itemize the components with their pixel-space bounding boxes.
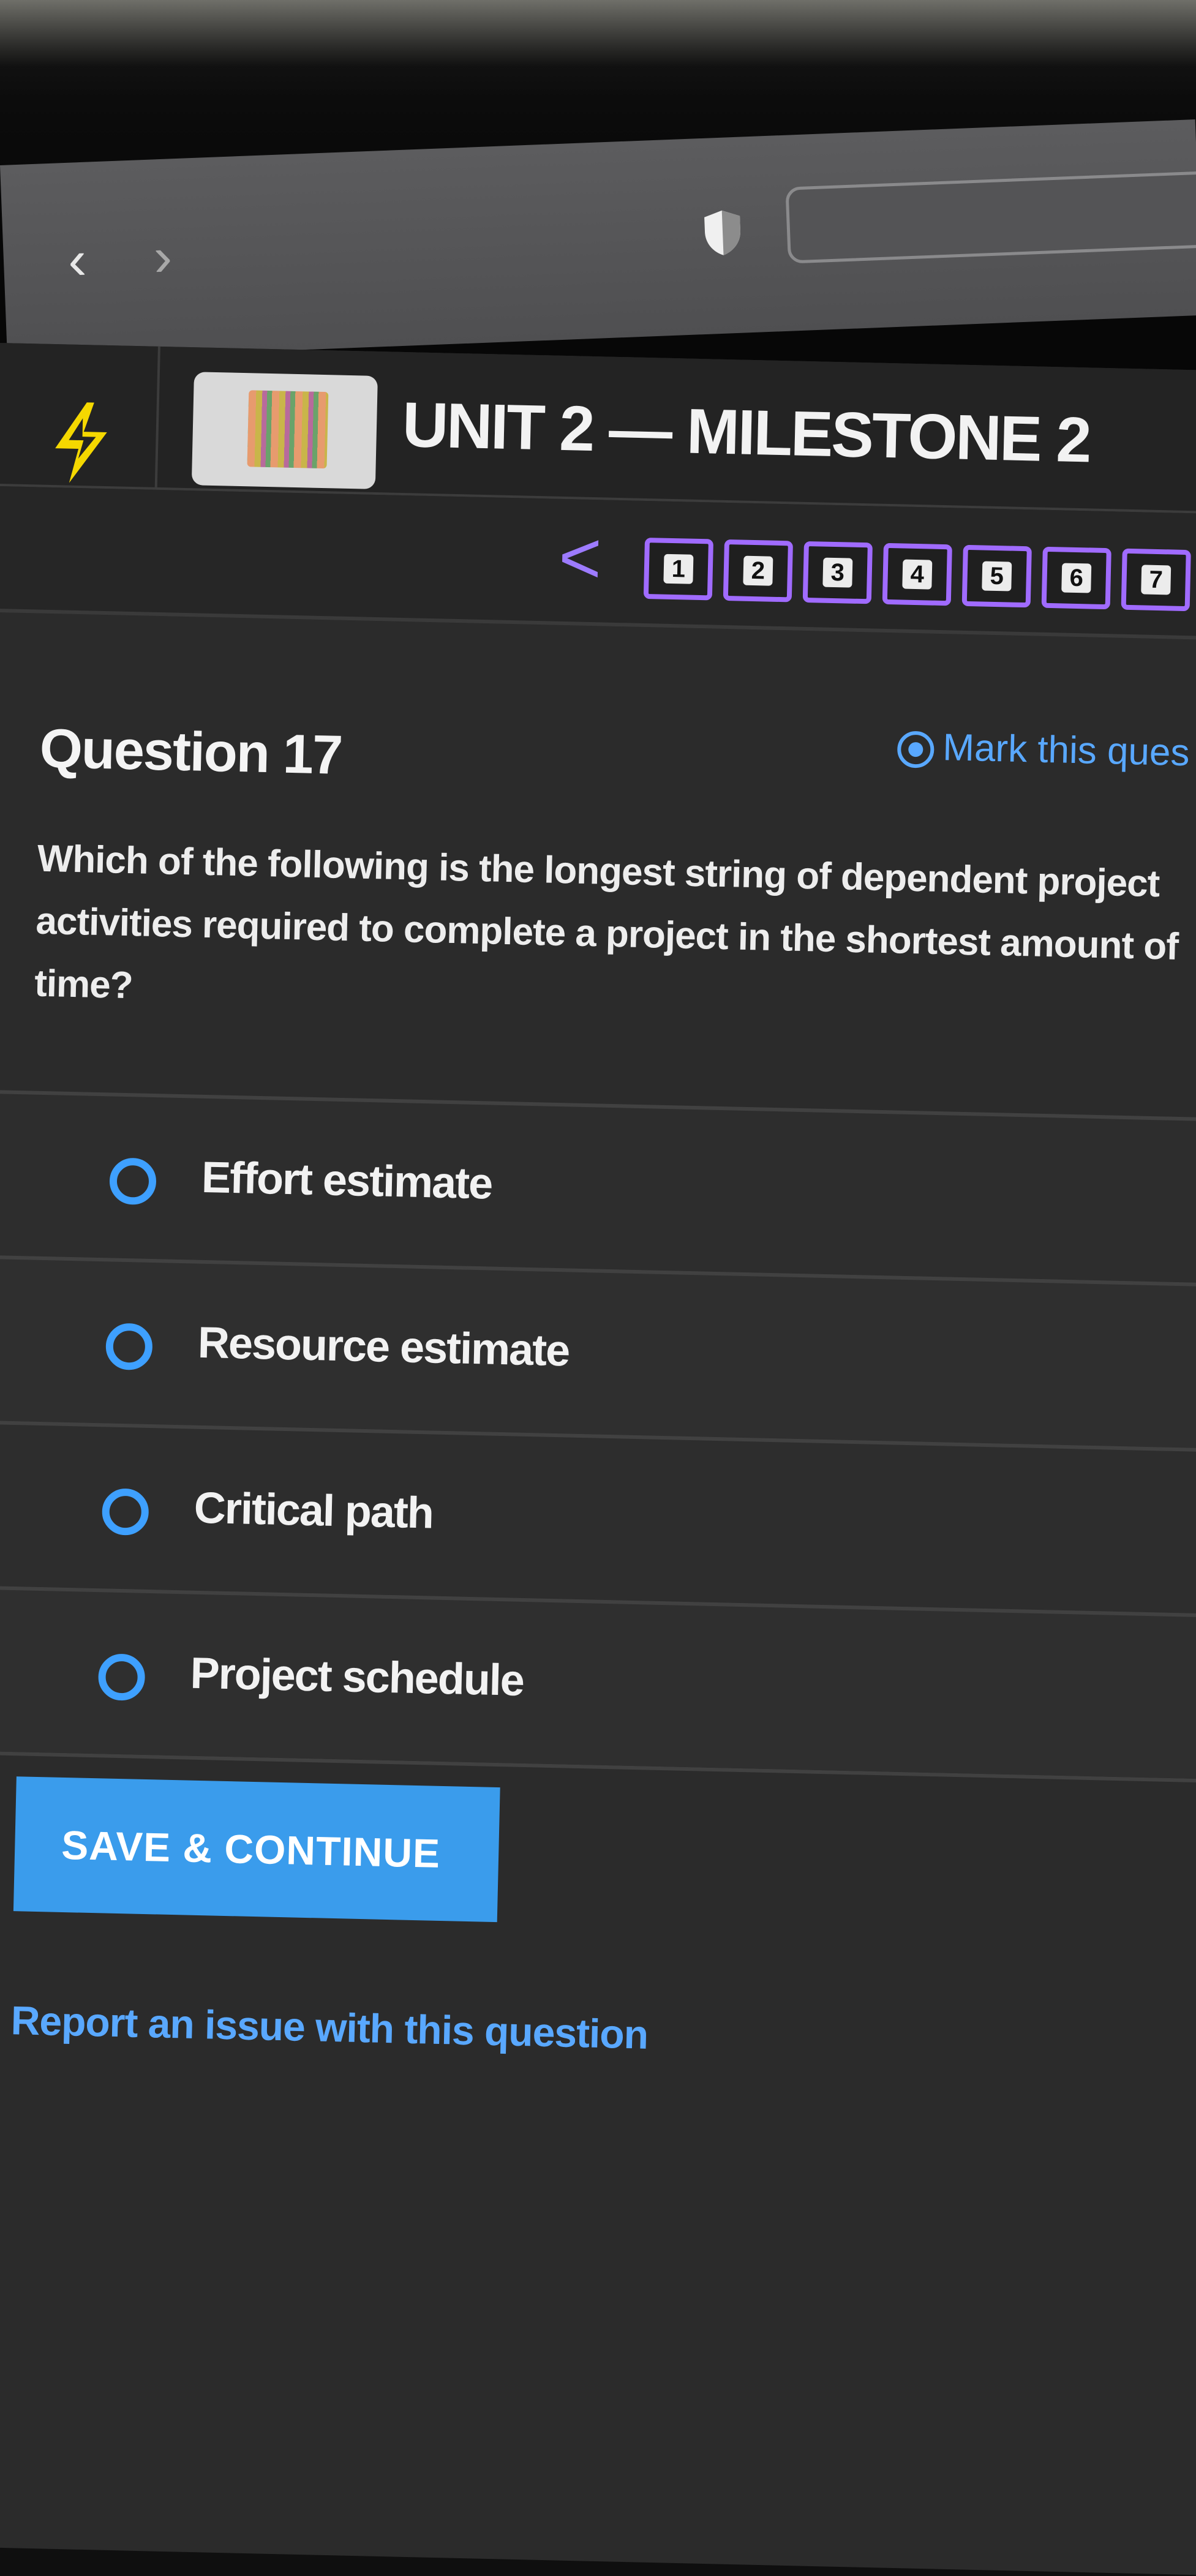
question-nav-item-7[interactable]: 7 <box>1121 548 1191 612</box>
question-label: Question 17 <box>39 718 343 786</box>
question-nav-number: 4 <box>902 559 933 590</box>
back-button[interactable]: ‹ <box>58 230 97 291</box>
question-nav-item-3[interactable]: 3 <box>802 541 873 604</box>
answer-option-3[interactable]: Critical path <box>0 1420 1196 1615</box>
question-navigator: < 1 2 3 4 5 6 7 <box>0 486 1196 642</box>
header-divider <box>154 346 160 487</box>
answer-option-label[interactable]: Project schedule <box>190 1648 524 1706</box>
question-nav-item-2[interactable]: 2 <box>723 539 793 603</box>
thumbnail-image <box>247 390 329 469</box>
radio-button-icon[interactable] <box>105 1323 153 1371</box>
question-nav-number: 2 <box>743 555 773 586</box>
screen-frame: ‹ › UNIT 2 — MILESTONE 2 < 1 2 3 4 5 6 7… <box>0 0 1196 2576</box>
course-thumbnail <box>191 372 378 489</box>
mark-question-toggle[interactable]: Mark this ques <box>897 724 1190 775</box>
answer-option-label[interactable]: Critical path <box>194 1483 434 1539</box>
question-nav-number: 1 <box>663 554 694 584</box>
lightning-logo-icon[interactable] <box>46 399 115 486</box>
question-nav-number: 5 <box>982 561 1012 591</box>
shield-icon <box>704 210 740 255</box>
answer-option-4[interactable]: Project schedule <box>0 1585 1196 1781</box>
question-nav-item-1[interactable]: 1 <box>643 537 714 601</box>
question-nav-item-4[interactable]: 4 <box>882 543 952 606</box>
answer-options: Effort estimate Resource estimate Critic… <box>0 1089 1196 1784</box>
question-nav-item-5[interactable]: 5 <box>961 544 1032 608</box>
forward-button[interactable]: › <box>143 226 182 288</box>
radio-button-icon[interactable] <box>101 1488 149 1536</box>
radio-button-icon[interactable] <box>109 1157 157 1206</box>
quiz-app: UNIT 2 — MILESTONE 2 < 1 2 3 4 5 6 7 Que… <box>0 343 1196 2576</box>
save-continue-button[interactable]: SAVE & CONTINUE <box>13 1776 500 1923</box>
answer-option-2[interactable]: Resource estimate <box>0 1255 1196 1450</box>
address-bar[interactable] <box>785 170 1196 264</box>
mark-question-label: Mark this ques <box>942 726 1190 775</box>
app-header: UNIT 2 — MILESTONE 2 <box>0 343 1196 516</box>
question-nav-number: 7 <box>1141 565 1172 595</box>
report-issue-link[interactable]: Report an issue with this question <box>10 1997 649 2058</box>
prev-question-button[interactable]: < <box>558 516 603 599</box>
monitor-bezel <box>0 0 1196 67</box>
question-text: Which of the following is the longest st… <box>34 837 1179 1007</box>
browser-toolbar: ‹ › <box>0 119 1196 361</box>
radio-dot-icon <box>897 730 935 768</box>
question-nav-number: 3 <box>822 557 853 588</box>
question-nav-number: 6 <box>1061 563 1092 593</box>
answer-option-label[interactable]: Resource estimate <box>197 1318 570 1376</box>
answer-option-label[interactable]: Effort estimate <box>201 1152 492 1209</box>
question-nav-item-6[interactable]: 6 <box>1041 546 1111 610</box>
page-title: UNIT 2 — MILESTONE 2 <box>401 389 1091 476</box>
answer-option-1[interactable]: Effort estimate <box>0 1089 1196 1285</box>
radio-button-icon[interactable] <box>97 1653 146 1701</box>
